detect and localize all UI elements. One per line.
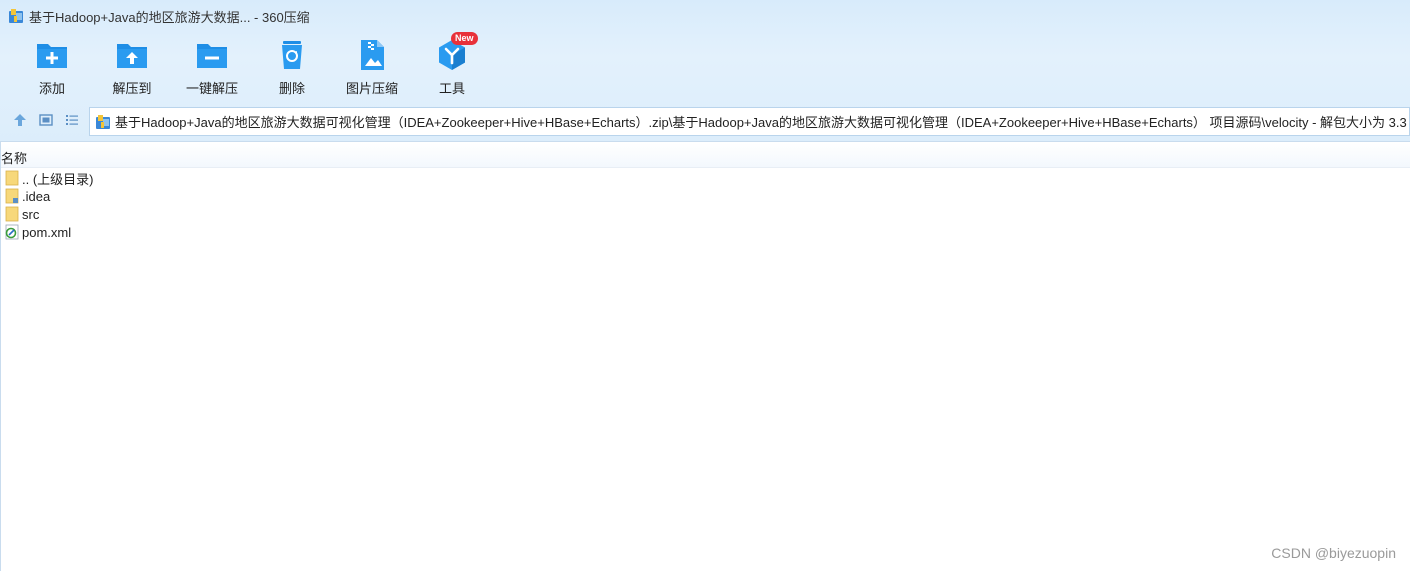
add-folder-icon — [35, 38, 69, 72]
one-click-extract-icon — [195, 38, 229, 72]
xml-file-icon — [5, 224, 19, 240]
file-name: pom.xml — [22, 224, 72, 240]
up-button[interactable] — [7, 109, 33, 135]
extract-to-label: 解压到 — [112, 81, 152, 96]
folder-icon — [5, 170, 19, 186]
list-item[interactable]: src — [0, 205, 1410, 223]
app-window: 基于Hadoop+Java的地区旅游大数据... - 360压缩 添加 解压到 … — [0, 0, 1410, 571]
list-view-button[interactable] — [59, 109, 85, 135]
window-title: 基于Hadoop+Java的地区旅游大数据... - 360压缩 — [29, 9, 310, 25]
tools-cube-icon: New — [435, 32, 478, 72]
add-label: 添加 — [38, 81, 65, 96]
extract-to-button[interactable]: 解压到 — [92, 36, 172, 100]
toolbar: 添加 解压到 一键解压 删除 图片压缩 New 工具 — [12, 32, 492, 100]
add-button[interactable]: 添加 — [12, 36, 92, 100]
file-name: src — [22, 206, 40, 222]
delete-button[interactable]: 删除 — [252, 36, 332, 100]
list-item[interactable]: .idea — [0, 187, 1410, 205]
list-item[interactable]: pom.xml — [0, 223, 1410, 241]
one-click-extract-button[interactable]: 一键解压 — [172, 36, 252, 100]
one-click-extract-label: 一键解压 — [185, 81, 238, 96]
watermark: CSDN @biyezuopin — [1271, 545, 1396, 561]
recycle-bin-icon — [275, 38, 309, 72]
navigation-bar: 基于Hadoop+Java的地区旅游大数据可视化管理（IDEA+Zookeepe… — [0, 107, 1410, 137]
thumbnail-view-button[interactable] — [33, 109, 59, 135]
extract-to-icon — [115, 38, 149, 72]
tools-button[interactable]: New 工具 — [412, 32, 492, 100]
arrow-up-icon — [13, 113, 27, 132]
title-bar: 基于Hadoop+Java的地区旅游大数据... - 360压缩 — [0, 0, 1410, 32]
list-view-icon — [65, 113, 79, 132]
thumbnail-view-icon — [39, 113, 53, 132]
archive-icon — [95, 114, 111, 130]
header-area: 基于Hadoop+Java的地区旅游大数据... - 360压缩 添加 解压到 … — [0, 0, 1410, 142]
list-item[interactable]: .. (上级目录) — [0, 169, 1410, 187]
app-logo-icon — [8, 8, 24, 24]
delete-label: 删除 — [278, 81, 305, 96]
left-border — [0, 142, 1, 571]
nav-buttons — [7, 109, 85, 135]
file-list: .. (上级目录) .idea src pom.xml — [0, 169, 1410, 241]
address-bar[interactable]: 基于Hadoop+Java的地区旅游大数据可视化管理（IDEA+Zookeepe… — [89, 107, 1410, 136]
folder-icon — [5, 188, 19, 204]
list-header: 名称 — [0, 143, 1410, 168]
column-header-name[interactable]: 名称 — [1, 148, 27, 167]
separator — [0, 141, 1410, 142]
address-path: 基于Hadoop+Java的地区旅游大数据可视化管理（IDEA+Zookeepe… — [115, 115, 1410, 130]
image-compress-button[interactable]: 图片压缩 — [332, 36, 412, 100]
image-compress-label: 图片压缩 — [345, 81, 398, 96]
folder-icon — [5, 206, 19, 222]
new-badge: New — [451, 32, 478, 45]
file-name: .. (上级目录) — [22, 171, 94, 187]
image-compress-icon — [355, 38, 389, 72]
file-name: .idea — [22, 188, 51, 204]
tools-label: 工具 — [438, 81, 465, 96]
